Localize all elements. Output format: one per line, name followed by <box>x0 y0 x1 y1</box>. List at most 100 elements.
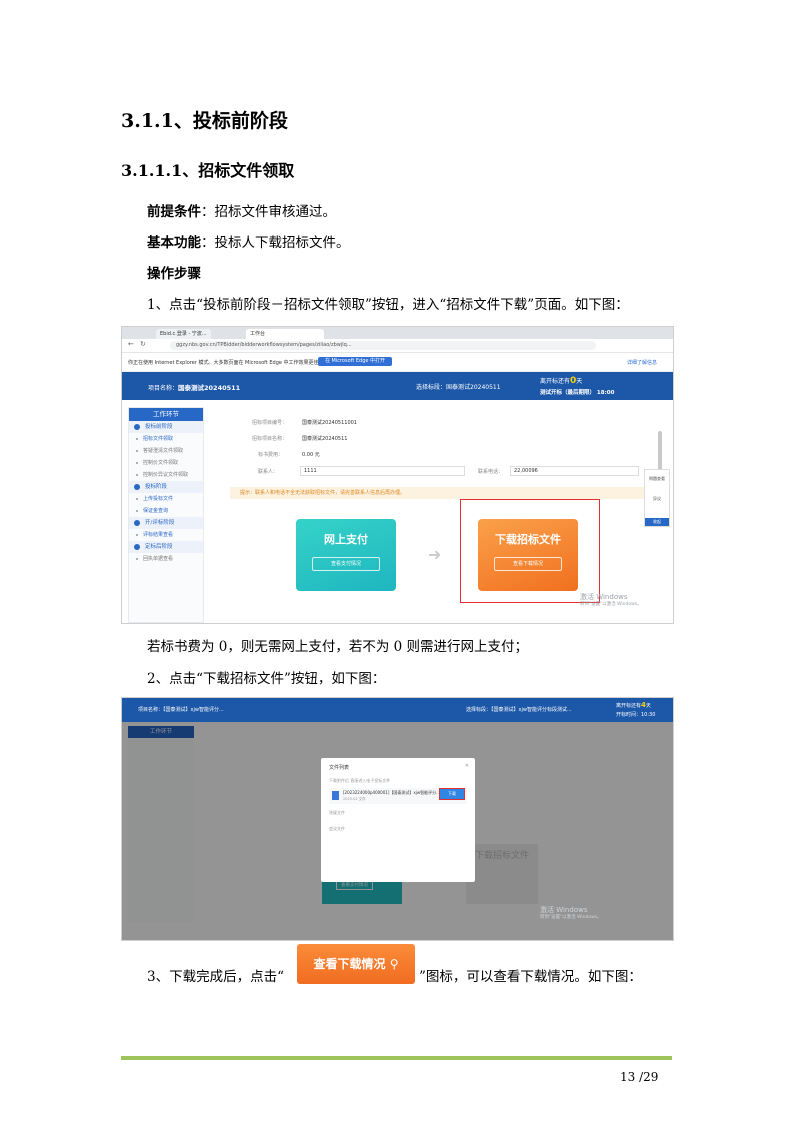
browser-tab-active[interactable]: 工作台 <box>246 329 324 339</box>
view-download-button-image: 查看下载情况 ⚲ <box>297 944 415 984</box>
prerequisite-label: 前提条件 <box>147 204 201 220</box>
function-label: 基本功能 <box>147 235 201 251</box>
watermark2-title: 激活 Windows <box>540 906 588 914</box>
step1-text: 1、点击“投标前阶段－招标文件领取”按钮，进入“招标文件下载”页面。如下图： <box>147 297 629 313</box>
project-title-value: 国泰测试20240511 <box>302 436 348 442</box>
objection-tool[interactable]: 异议 <box>645 496 669 502</box>
watermark-sub: 转到"设置"以激活 Windows。 <box>580 602 642 607</box>
browser-tab[interactable]: Ebid.c.登录 - 宁波... <box>156 329 211 339</box>
ie-mode-notice: 你正在使用 Internet Explorer 模式。大多数页面在 Micros… <box>122 353 673 372</box>
contact-label: 联系人： <box>258 469 279 475</box>
prerequisite-text: ：招标文件审核通过。 <box>201 204 336 220</box>
scrollbar[interactable] <box>658 431 662 471</box>
function-paragraph: 基本功能：投标人下载招标文件。 <box>147 234 350 252</box>
learn-more-link[interactable]: 详细了解信息 <box>627 359 657 366</box>
browser-tabbar: Ebid.c.登录 - 宁波... 工作台 <box>122 327 673 339</box>
search-icon: ⚲ <box>389 957 399 971</box>
workflow-sidebar: 工作环节 投标前阶段 招标文件领取 答疑澄清文件领取 控制价文件领取 控制价异议文件领取… <box>128 407 204 623</box>
meeting-files-label: 会议文件 <box>329 826 345 831</box>
step2-text: 2、点击“下载招标文件”按钮，如下图： <box>147 671 386 687</box>
open-time: 测试开标（最后期限） 18:00 <box>540 390 615 396</box>
file-icon <box>332 791 339 800</box>
back-icon[interactable]: ← <box>128 340 134 348</box>
project-value: 国泰测试20240511 <box>178 384 241 392</box>
url-field[interactable]: ggzy.nbs.gov.cn/TPBidder/bidderworkflows… <box>170 341 596 350</box>
notice-text: 你正在使用 Internet Explorer 模式。大多数页面在 Micros… <box>128 360 324 366</box>
warning-banner: 提示：联系人和电话不全无法获取招标文件，请完善联系人信息后再办理。 <box>230 487 648 499</box>
phone-label: 联系电话： <box>478 469 504 475</box>
sidebar-item[interactable]: 回执单据查看 <box>129 553 203 565</box>
collapse-tool[interactable]: 收起 <box>645 518 669 526</box>
countdown2-prefix: 离开标还有 <box>616 703 642 709</box>
phone-input[interactable]: 22,00096 <box>510 466 639 476</box>
file-size: 2023-02 文件 <box>343 797 366 801</box>
project-code-value: 国泰测试20240511001 <box>302 420 357 426</box>
address-bar: ← ↻ ggzy.nbs.gov.cn/TPBidder/bidderworkf… <box>122 339 673 353</box>
sidebar-item[interactable]: 评标结果查看 <box>129 529 203 541</box>
sidebar-item[interactable]: 答疑澄清文件领取 <box>129 445 203 457</box>
sidebar-item[interactable]: 上传投标文件 <box>129 493 203 505</box>
online-pay-card[interactable]: 网上支付 查看支付情况 <box>296 519 396 591</box>
file-list-dialog: 文件列表 ✕ 下载附件后 直接进入电子投标文件 [2023224000p4000… <box>321 758 475 882</box>
section-value: 国泰测试20240511 <box>446 384 501 391</box>
online-pay-title: 网上支付 <box>324 533 368 546</box>
countdown-unit: 天 <box>576 378 583 385</box>
steps-label: 操作步骤 <box>147 266 201 282</box>
open-time-2: 开标时间：10:30 <box>616 712 656 718</box>
prerequisite-paragraph: 前提条件：招标文件审核通过。 <box>147 203 336 221</box>
answer-files-label: 答疑文件 <box>329 810 345 815</box>
watermark-title: 激活 Windows <box>580 593 628 601</box>
countdown-2: 离开标还有4天 <box>616 701 651 709</box>
project-name: 项目名称：国泰测试20240511 <box>148 382 240 392</box>
step3-post-text: ”图标，可以查看下载情况。如下图： <box>419 969 642 985</box>
section-select[interactable]: 选择标段：国泰测试20240511 <box>416 382 501 391</box>
project-name-2: 项目名称：【国泰测试】xjw智能评分... <box>138 707 224 713</box>
sidebar-section[interactable]: 投标阶段 <box>129 481 203 493</box>
dialog-hint: 下载附件后 直接进入电子投标文件 <box>329 778 391 783</box>
sidebar-section[interactable]: 定标后阶段 <box>129 541 203 553</box>
step3-pre-text: 3、下载完成后，点击“ <box>147 969 284 985</box>
inline-button-label: 查看下载情况 <box>313 957 386 971</box>
download-button[interactable]: 下载 <box>439 788 465 800</box>
question-tool[interactable]: 問題查看 <box>645 476 669 482</box>
sidebar-item[interactable]: 控制价异议文件领取 <box>129 469 203 481</box>
contact-input[interactable]: 1111 <box>300 466 465 476</box>
refresh-icon[interactable]: ↻ <box>140 340 146 348</box>
countdown-prefix: 离开标还有 <box>540 378 571 385</box>
screenshot-download-page: Ebid.c.登录 - 宁波... 工作台 ← ↻ ggzy.nbs.gov.c… <box>121 326 674 624</box>
footer-rule <box>121 1056 672 1060</box>
right-toolbar: 問題查看 异议 收起 <box>644 469 670 527</box>
sidebar-item[interactable]: 控制价文件领取 <box>129 457 203 469</box>
sidebar-section[interactable]: 开/评标阶段 <box>129 517 203 529</box>
section-label: 选择标段： <box>416 384 447 391</box>
sidebar-item[interactable]: 保证金查询 <box>129 505 203 517</box>
view-payment-button[interactable]: 查看支付情况 <box>312 557 380 571</box>
watermark2-sub: 转到"设置"以激活 Windows。 <box>540 915 602 920</box>
countdown: 离开标还有0天 <box>540 376 582 386</box>
sidebar-section[interactable]: 投标前阶段 <box>129 421 203 433</box>
close-icon[interactable]: ✕ <box>465 763 469 769</box>
fee-label: 标书费用： <box>258 452 284 458</box>
project-header: 项目名称：国泰测试20240511 选择标段：国泰测试20240511 离开标还… <box>122 372 673 400</box>
highlight-box <box>460 499 600 603</box>
screenshot-file-list: 项目名称：【国泰测试】xjw智能评分... 选择标段：【国泰测试】xjw智能评分… <box>121 697 674 941</box>
fee-paragraph: 若标书费为 0，则无需网上支付，若不为 0 则需进行网上支付； <box>147 639 529 655</box>
section-heading: 3.1.1、投标前阶段 <box>121 110 288 132</box>
windows-watermark-2: 激活 Windows 转到"设置"以激活 Windows。 <box>540 906 602 922</box>
project-title-label: 招标项目名称： <box>252 436 288 442</box>
function-text: ：投标人下载招标文件。 <box>201 235 350 251</box>
open-in-edge-button[interactable]: 在 Microsoft Edge 中打开 <box>318 357 392 366</box>
fee-value: 0.00 元 <box>302 452 320 458</box>
arrow-right-icon: ➜ <box>428 545 442 564</box>
sidebar-item[interactable]: 招标文件领取 <box>129 433 203 445</box>
project-label: 项目名称： <box>148 385 179 392</box>
section-select-2[interactable]: 选择标段：【国泰测试】xjw智能评分标段测试... <box>466 706 572 713</box>
page-number: 13 /29 <box>620 1070 659 1084</box>
file-name: [2023224000p400001]【国泰测试】xjw智能评分... <box>343 790 440 795</box>
dialog-title: 文件列表 <box>329 765 350 771</box>
project-code-label: 招标项目编号： <box>252 420 288 426</box>
project-header-2: 项目名称：【国泰测试】xjw智能评分... 选择标段：【国泰测试】xjw智能评分… <box>122 698 673 722</box>
subsection-heading: 3.1.1.1、招标文件领取 <box>121 161 295 180</box>
sidebar-title: 工作环节 <box>129 408 203 421</box>
countdown2-unit: 天 <box>645 703 651 709</box>
